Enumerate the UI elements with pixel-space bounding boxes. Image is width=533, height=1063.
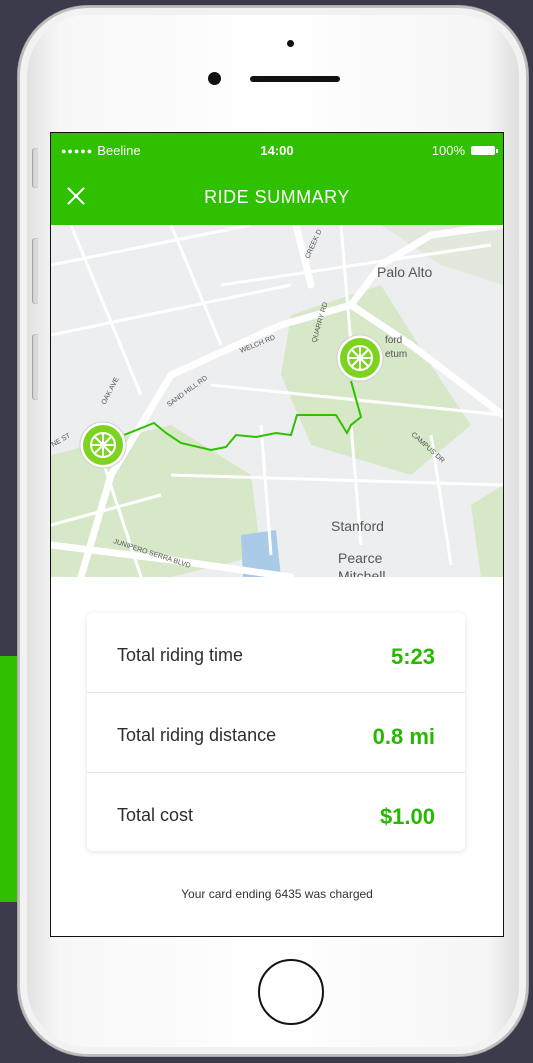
proximity-sensor (287, 40, 294, 47)
map-label-pearce: Pearce (338, 550, 383, 566)
map-label-mitchell: Mitchell (338, 568, 385, 577)
riding-time-value: 5:23 (390, 644, 435, 669)
riding-distance-label: Total riding distance (117, 725, 277, 745)
total-cost-label: Total cost (117, 805, 194, 825)
bike-wheel-icon[interactable] (336, 334, 384, 382)
volume-up-button (32, 238, 38, 304)
ride-summary-card: Total riding time 5:23 Total riding dist… (87, 613, 465, 851)
map-label-stanford: Stanford (331, 518, 384, 534)
battery-percent: 100% (431, 143, 465, 158)
summary-row-time: Total riding time 5:23 (87, 613, 465, 693)
park-area (471, 485, 503, 577)
map-label-arboretum-b: etum (385, 349, 407, 360)
payment-note: Your card ending 6435 was charged (181, 887, 373, 901)
riding-time-label: Total riding time (117, 645, 244, 665)
front-camera (208, 72, 221, 85)
map-canvas: Palo Alto Stanford Pearce Mitchell ford … (51, 225, 503, 577)
street-label-sand-hill: SAND HILL RD (166, 375, 209, 409)
summary-row-distance: Total riding distance 0.8 mi (87, 693, 465, 773)
mute-switch (32, 148, 38, 188)
map-label-arboretum-a: ford (385, 335, 402, 346)
riding-distance-value: 0.8 mi (372, 724, 435, 749)
earpiece-speaker (250, 76, 340, 82)
home-button[interactable] (258, 959, 324, 1025)
status-bar: ●●●●● Beeline 14:00 100% (51, 133, 503, 169)
total-cost-value: $1.00 (379, 804, 435, 829)
ride-map[interactable]: Palo Alto Stanford Pearce Mitchell ford … (51, 225, 503, 577)
app-screen: ●●●●● Beeline 14:00 100% RIDE SUMMARY Pa… (50, 132, 504, 937)
summary-row-cost: Total cost $1.00 (87, 773, 465, 852)
street-label-creek: CREEK D (304, 229, 323, 260)
map-label-palo-alto: Palo Alto (377, 264, 432, 280)
street-label-ne-st: NE ST (51, 432, 72, 449)
bike-wheel-icon[interactable] (79, 421, 127, 469)
nav-bar: RIDE SUMMARY (51, 169, 503, 225)
volume-down-button (32, 334, 38, 400)
battery-indicator: 100% (431, 143, 498, 158)
battery-icon (471, 146, 498, 155)
street-label-oak-ave: OAK AVE (101, 376, 121, 406)
page-title: RIDE SUMMARY (204, 187, 350, 207)
